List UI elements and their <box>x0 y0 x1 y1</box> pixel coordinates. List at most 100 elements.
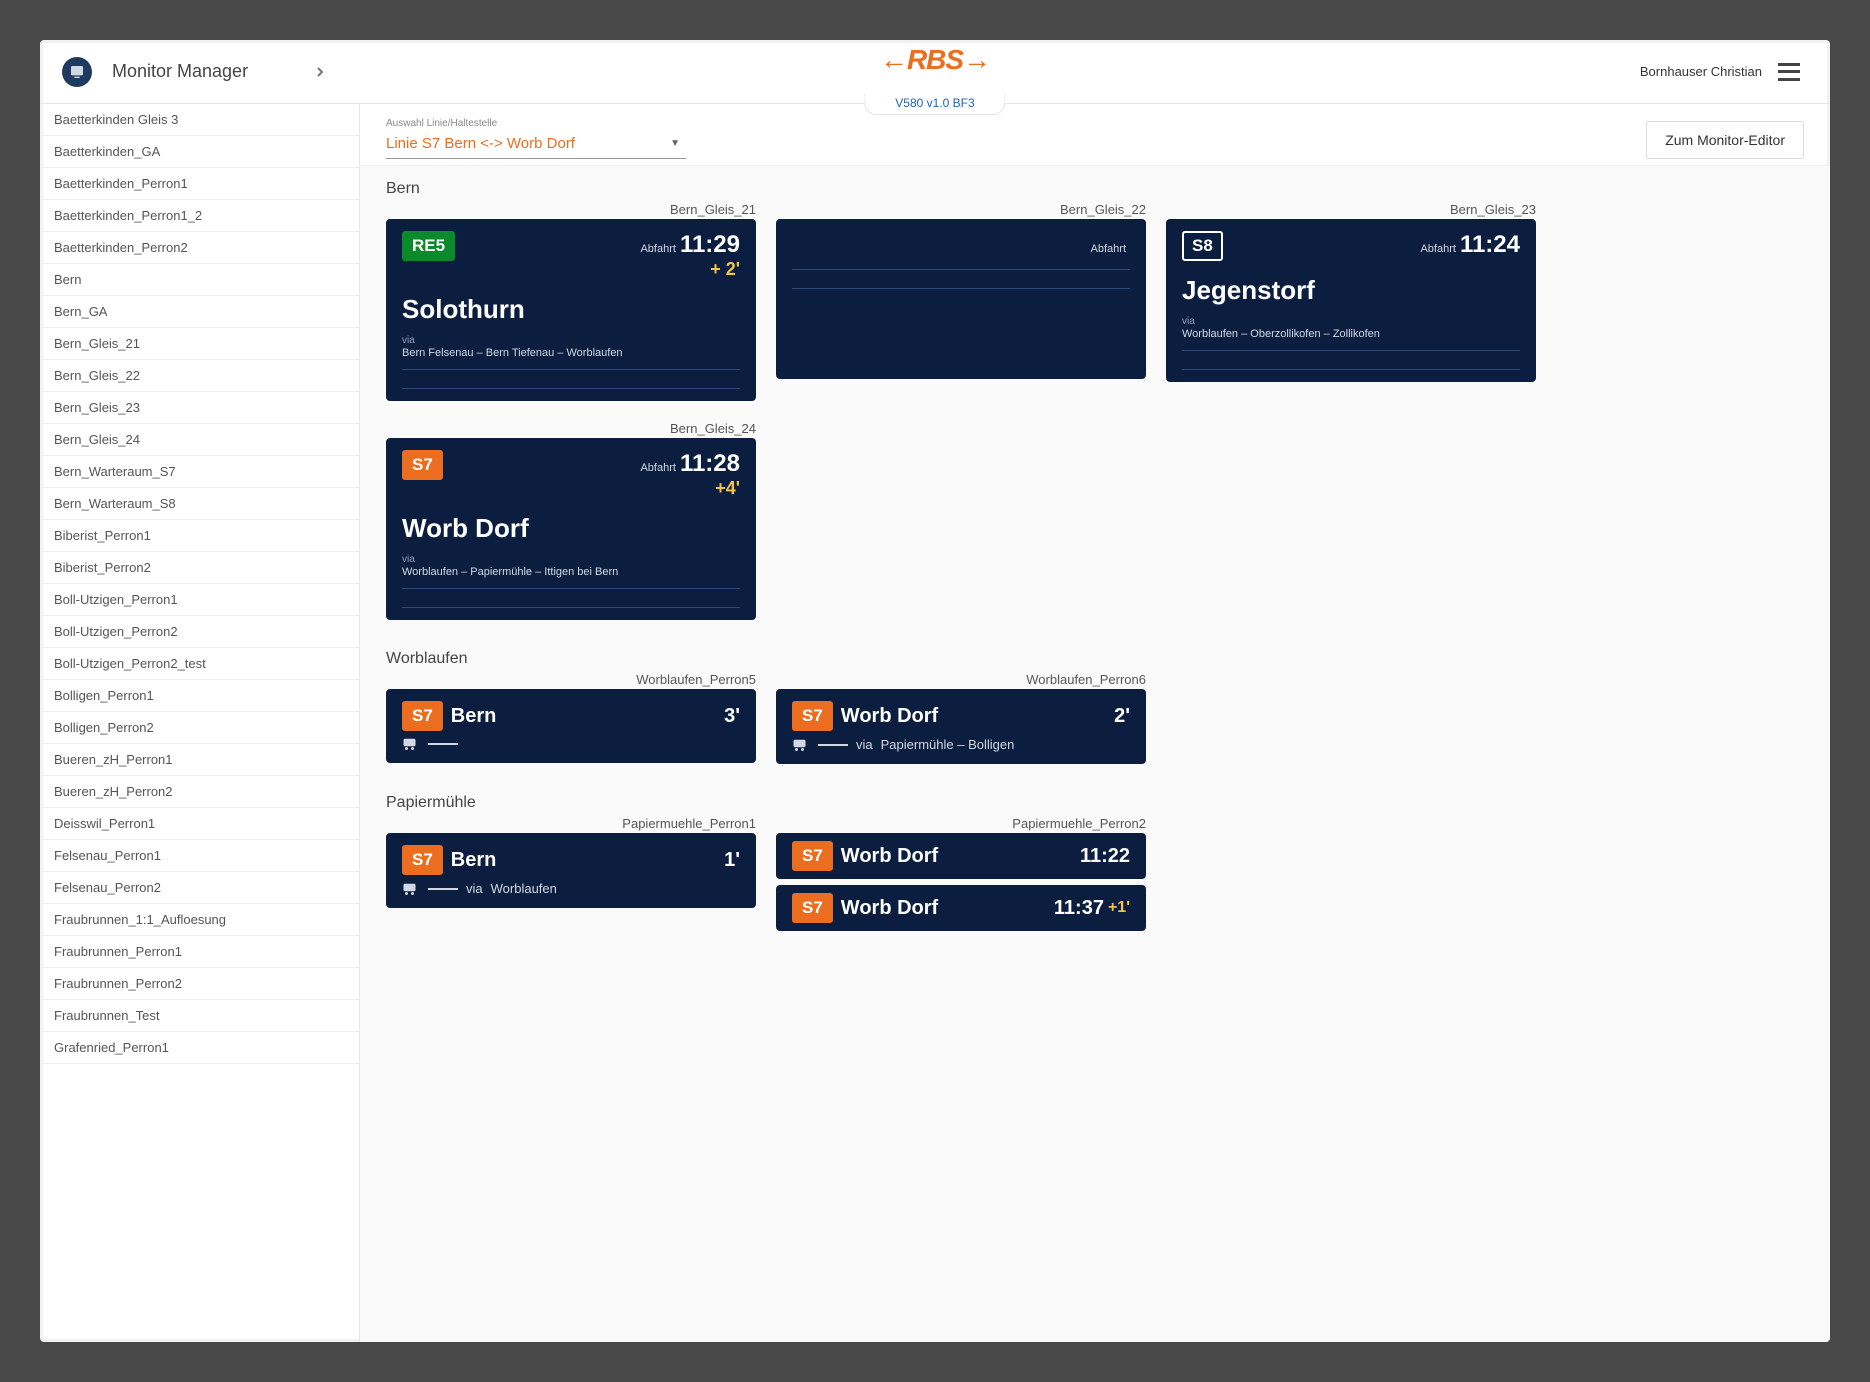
line-badge: S7 <box>792 701 833 731</box>
station-title: Bern <box>386 180 1804 198</box>
sidebar-item[interactable]: Felsenau_Perron2 <box>40 872 359 904</box>
card-label: Worblaufen_Perron5 <box>386 672 756 687</box>
monitor-card[interactable]: Bern_Gleis_24 S7 Abfahrt11:28 +4' Worb D… <box>386 421 756 620</box>
monitor-card[interactable]: Bern_Gleis_23 S8 Abfahrt11:24 Jegenstorf… <box>1166 202 1536 401</box>
line-select-wrap: Auswahl Linie/Haltestelle Linie S7 Bern … <box>386 118 686 159</box>
sidebar-item[interactable]: Biberist_Perron2 <box>40 552 359 584</box>
editor-button[interactable]: Zum Monitor-Editor <box>1646 121 1804 159</box>
destination: Bern <box>451 849 497 872</box>
departure: Abfahrt11:24 <box>1420 231 1520 259</box>
sidebar-item[interactable]: Bern_Gleis_23 <box>40 392 359 424</box>
sidebar-item[interactable]: Bern_Warteraum_S8 <box>40 488 359 520</box>
due-time: 11:37 <box>1054 897 1104 920</box>
sidebar-item[interactable]: Bern_Gleis_21 <box>40 328 359 360</box>
line-badge: S7 <box>402 450 443 480</box>
due-time: 1' <box>724 849 740 872</box>
train-icon <box>402 737 420 751</box>
via-label: via <box>402 335 740 346</box>
sidebar-toggle[interactable] <box>308 60 332 84</box>
destination: Worb Dorf <box>402 513 740 544</box>
sidebar-item[interactable]: Bern_Gleis_22 <box>40 360 359 392</box>
via-text: Worblaufen <box>491 881 557 896</box>
destination: Worb Dorf <box>841 897 938 920</box>
line-select-label: Auswahl Linie/Haltestelle <box>386 118 686 129</box>
station-block: Papiermühle Papiermuehle_Perron1 S7 Bern … <box>386 794 1804 931</box>
sidebar-item[interactable]: Boll-Utzigen_Perron2 <box>40 616 359 648</box>
line-slot: S7 <box>402 450 443 480</box>
monitor-card[interactable]: Papiermuehle_Perron1 S7 Bern 1' via Worb… <box>386 816 756 931</box>
monitor-card[interactable]: Bern_Gleis_22 Abfahrt <box>776 202 1146 401</box>
station-title: Worblaufen <box>386 650 1804 668</box>
departure: Abfahrt11:28 +4' <box>640 450 740 499</box>
line-badge: S7 <box>402 845 443 875</box>
departure: Abfahrt11:29 + 2' <box>640 231 740 280</box>
line-badge: RE5 <box>402 231 455 261</box>
sidebar-item[interactable]: Baetterkinden_Perron1_2 <box>40 200 359 232</box>
sidebar-item[interactable]: Deisswil_Perron1 <box>40 808 359 840</box>
card-label: Worblaufen_Perron6 <box>776 672 1146 687</box>
via-label: via <box>466 881 483 896</box>
station-block: Bern Bern_Gleis_21 RE5 Abfahrt11:29 + 2' … <box>386 180 1804 620</box>
via-text: Bern Felsenau – Bern Tiefenau – Worblauf… <box>402 347 740 359</box>
delay: +1' <box>1108 899 1130 917</box>
sidebar-item[interactable]: Fraubrunnen_Perron2 <box>40 968 359 1000</box>
line-select[interactable]: Linie S7 Bern <-> Worb Dorf <box>386 131 686 159</box>
monitor-card[interactable]: Worblaufen_Perron5 S7 Bern 3' <box>386 672 756 764</box>
destination: Worb Dorf <box>841 845 938 868</box>
card-label: Bern_Gleis_23 <box>1166 202 1536 217</box>
monitor-card[interactable]: Papiermuehle_Perron2 S7 Worb Dorf 11:22 … <box>776 816 1146 931</box>
sidebar-item[interactable]: Baetterkinden_Perron1 <box>40 168 359 200</box>
sidebar-item[interactable]: Baetterkinden_Perron2 <box>40 232 359 264</box>
sidebar-item[interactable]: Bern_Gleis_24 <box>40 424 359 456</box>
destination: Bern <box>451 705 497 728</box>
user-name: Bornhauser Christian <box>1640 64 1762 79</box>
via-label: via <box>856 737 873 752</box>
menu-icon[interactable] <box>1778 63 1800 81</box>
version-pill: V580 v1.0 BF3 <box>864 94 1005 115</box>
toolbar: Auswahl Linie/Haltestelle Linie S7 Bern … <box>360 104 1830 165</box>
sidebar[interactable]: Baetterkinden Gleis 3Baetterkinden_GABae… <box>40 104 360 1342</box>
app-title: Monitor Manager <box>112 61 248 82</box>
sidebar-item[interactable]: Baetterkinden_GA <box>40 136 359 168</box>
sidebar-item[interactable]: Biberist_Perron1 <box>40 520 359 552</box>
sidebar-item[interactable]: Bueren_zH_Perron1 <box>40 744 359 776</box>
sidebar-item[interactable]: Fraubrunnen_1:1_Aufloesung <box>40 904 359 936</box>
monitor-card[interactable]: Bern_Gleis_21 RE5 Abfahrt11:29 + 2' Solo… <box>386 202 756 401</box>
brand-logo: ←RBS→ <box>880 44 990 76</box>
via-text: Papiermühle – Bolligen <box>881 737 1015 752</box>
sidebar-item[interactable]: Boll-Utzigen_Perron1 <box>40 584 359 616</box>
sidebar-item[interactable]: Fraubrunnen_Test <box>40 1000 359 1032</box>
sidebar-item[interactable]: Bern <box>40 264 359 296</box>
app-icon <box>62 57 92 87</box>
main: Auswahl Linie/Haltestelle Linie S7 Bern … <box>360 104 1830 1342</box>
sidebar-item[interactable]: Bueren_zH_Perron2 <box>40 776 359 808</box>
sidebar-item[interactable]: Bern_Warteraum_S7 <box>40 456 359 488</box>
sidebar-item[interactable]: Grafenried_Perron1 <box>40 1032 359 1064</box>
train-icon <box>792 738 810 752</box>
sidebar-item[interactable]: Baetterkinden Gleis 3 <box>40 104 359 136</box>
due-time: 2' <box>1114 705 1130 728</box>
via-text: Worblaufen – Oberzollikofen – Zollikofen <box>1182 328 1520 340</box>
card-label: Bern_Gleis_22 <box>776 202 1146 217</box>
station-title: Papiermühle <box>386 794 1804 812</box>
via-text: Worblaufen – Papiermühle – Ittigen bei B… <box>402 566 740 578</box>
sidebar-item[interactable]: Boll-Utzigen_Perron2_test <box>40 648 359 680</box>
sidebar-item[interactable]: Bern_GA <box>40 296 359 328</box>
train-icon <box>402 882 420 896</box>
content: Bern Bern_Gleis_21 RE5 Abfahrt11:29 + 2' … <box>360 165 1830 1342</box>
sidebar-item[interactable]: Felsenau_Perron1 <box>40 840 359 872</box>
monitor-card[interactable]: Worblaufen_Perron6 S7 Worb Dorf 2' via P… <box>776 672 1146 764</box>
line-badge: S7 <box>402 701 443 731</box>
via-label: via <box>1182 316 1520 327</box>
sidebar-item[interactable]: Bolligen_Perron2 <box>40 712 359 744</box>
sidebar-item[interactable]: Fraubrunnen_Perron1 <box>40 936 359 968</box>
line-badge: S7 <box>792 841 833 871</box>
line-slot: RE5 <box>402 231 455 261</box>
due-time: 3' <box>724 705 740 728</box>
due-time: 11:22 <box>1080 845 1130 868</box>
destination: Solothurn <box>402 294 740 325</box>
card-label: Bern_Gleis_21 <box>386 202 756 217</box>
sidebar-item[interactable]: Bolligen_Perron1 <box>40 680 359 712</box>
line-slot: S8 <box>1182 231 1223 261</box>
card-label: Bern_Gleis_24 <box>386 421 756 436</box>
